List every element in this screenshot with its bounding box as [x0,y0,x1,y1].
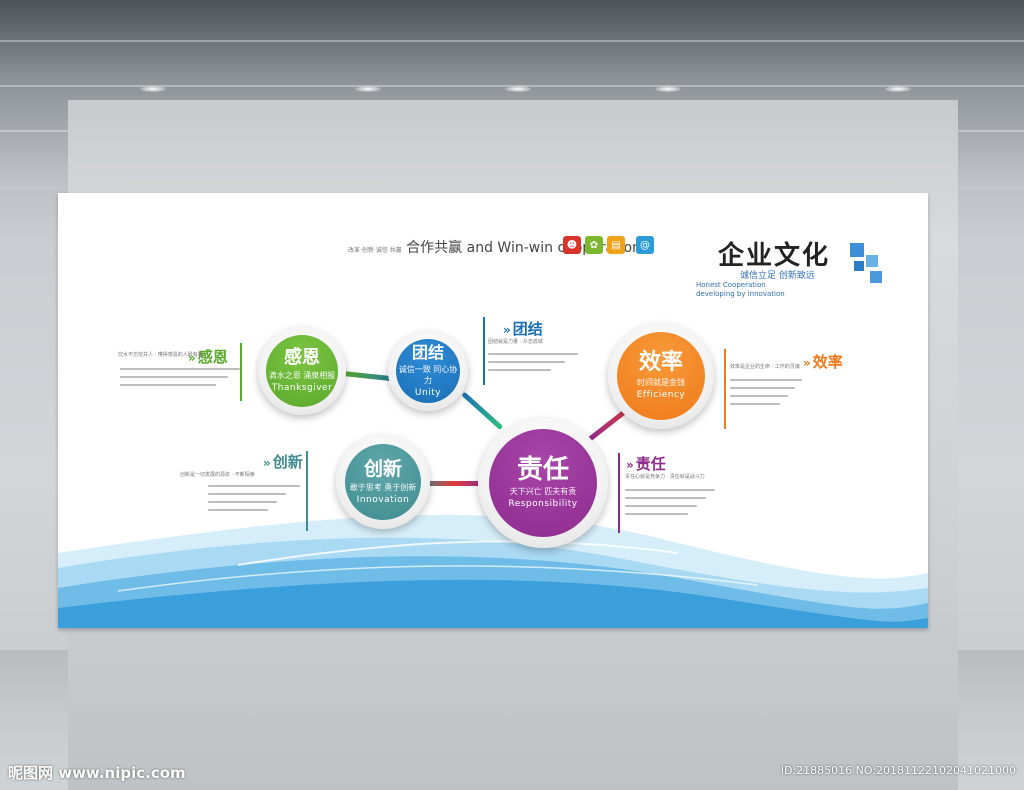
blurb-xiao-lv: 效率是企业的生命 · 工作的灵魂 [730,364,800,370]
pixel-square [870,271,882,283]
value-subtitle: 滴水之恩 涌泉相报 [268,371,336,380]
double-chevron-icon: » [803,356,811,370]
brand-slogan: 诚信立足 创新致远 [740,271,815,281]
blurb-gan-en: 饮水不忘挖井人 · 懂得感恩的人最有福 [118,352,203,358]
pixel-square [866,255,878,267]
value-title: 创新 [363,457,402,480]
person-icon: ☻ [563,236,581,254]
value-subtitle: 敢于思考 勇于创新 [349,482,417,492]
watermark-left: 昵图网 www.nipic.com [8,764,186,782]
at-icon: @ [636,236,654,254]
value-english: Innovation [356,494,410,505]
ceiling-light [885,86,911,92]
label-text: 团结 [512,320,543,338]
pixel-square [850,243,864,257]
value-english: Thanksgiver [271,383,333,393]
text-block [120,368,240,392]
blurb-tuan-jie: 团结就是力量 · 众志成城 [488,339,543,345]
brand-english: Honest Cooperation developing by innovat… [696,281,785,299]
value-circle-xiao-lv: 效率 时间就是金钱 Efficiency [608,323,714,429]
value-title: 团结 [411,342,444,362]
accent-bar [240,343,242,401]
blurb-ze-ren: 责任心就是竞争力 · 责任就是战斗力 [625,474,705,480]
value-circle-fill: 感恩 滴水之恩 涌泉相报 Thanksgiver [266,335,338,407]
double-chevron-icon: » [503,323,511,337]
accent-bar [306,451,308,531]
label-tuan-jie: » 团结 [503,318,543,339]
value-circle-fill: 效率 时间就是金钱 Efficiency [617,332,705,420]
culture-board: 改革·创新·诚信·共赢 合作共赢 and Win-win cooperation… [58,193,928,628]
value-english: Unity [414,387,442,398]
label-text: 责任 [635,455,666,473]
flower-icon: ✿ [585,236,603,254]
ceiling-line [0,40,1024,42]
label-text: 创新 [272,453,303,471]
value-title: 效率 [638,350,683,375]
text-block [488,353,578,377]
brand-english-line1: Honest Cooperation [696,281,766,289]
double-chevron-icon: » [263,456,271,470]
accent-bar [618,453,620,533]
brand-title: 企业文化 [718,241,831,271]
label-chuang-xin: » 创新 [263,451,303,472]
text-block [625,489,715,521]
text-block [730,379,802,411]
label-ze-ren: » 责任 [626,453,666,474]
label-text: 效率 [812,353,843,371]
value-subtitle: 天下兴亡 匹夫有责 [509,487,577,496]
value-circle-fill: 团结 诚信一致 同心协力 Unity [396,339,460,403]
chart-icon: ▤ [607,236,625,254]
label-xiao-lv: » 效率 [803,351,843,372]
value-circle-fill: 创新 敢于思考 勇于创新 Innovation [345,444,421,520]
ceiling-light [355,86,381,92]
brand-english-line2: developing by innovation [696,290,785,298]
ceiling-light [140,86,166,92]
accent-bar [483,317,485,385]
double-chevron-icon: » [626,458,634,472]
blurb-chuang-xin: 创新是一切发展的源泉 · 不断探索 [180,472,255,478]
value-subtitle: 时间就是金钱 [637,378,685,387]
accent-bar [724,349,726,429]
watermark-right: ID:21885016 NO:20181122102041021000 [780,764,1016,777]
value-circle-ze-ren: 责任 天下兴亡 匹夫有责 Responsibility [478,418,608,548]
value-title: 责任 [516,455,569,485]
headline-main: 合作共赢 and Win-win cooperation [406,240,641,256]
value-english: Responsibility [508,499,578,509]
value-circle-chuang-xin: 创新 敢于思考 勇于创新 Innovation [336,435,430,529]
ceiling-light [655,86,681,92]
ceiling-light [505,86,531,92]
value-circle-gan-en: 感恩 滴水之恩 涌泉相报 Thanksgiver [258,327,346,415]
value-circle-tuan-jie: 团结 诚信一致 同心协力 Unity [388,331,468,411]
headline-tag: 改革·创新·诚信·共赢 [348,247,402,254]
value-english: Efficiency [636,390,686,400]
pixel-square [854,261,864,271]
value-subtitle: 诚信一致 同心协力 [398,364,458,385]
value-title: 感恩 [284,347,320,368]
value-circle-fill: 责任 天下兴亡 匹夫有责 Responsibility [489,429,597,537]
text-block [208,485,300,517]
